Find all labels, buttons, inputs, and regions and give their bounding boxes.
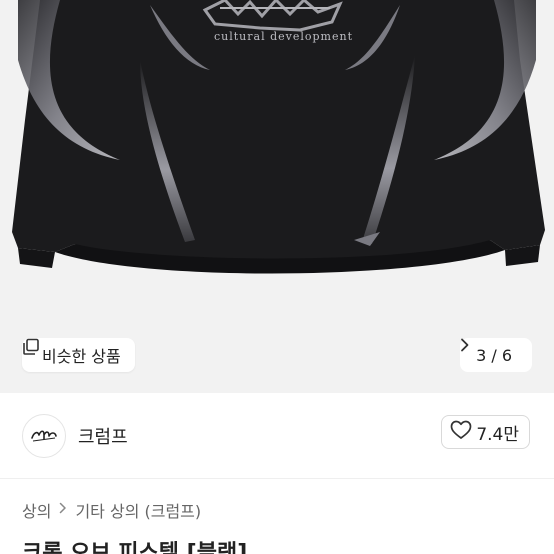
seller-name[interactable]: 크럼프 [78, 423, 128, 449]
page-counter-text: 3 / 6 [476, 345, 512, 365]
crump-logo-icon [31, 429, 57, 441]
jacket-photo [12, 0, 545, 274]
seller-avatar[interactable] [22, 413, 66, 458]
heart-outline-icon [450, 420, 472, 444]
garment-print-text: cultural development [214, 30, 354, 43]
like-button[interactable]: 7.4만 [441, 415, 530, 449]
section-divider [0, 478, 554, 479]
breadcrumb-item-category[interactable]: 기타 상의 (크럼프) [75, 498, 201, 522]
product-title: 크롭 오브 피스텔 [블랙] [22, 541, 248, 554]
similar-products-label: 비슷한 상품 [42, 347, 121, 366]
breadcrumb-item-top[interactable]: 상의 [22, 498, 51, 522]
chevron-right-icon [59, 502, 67, 518]
seller-row[interactable]: 크럼프 7.4만 [0, 393, 554, 478]
breadcrumb: 상의 기타 상의 (크럼프) [22, 498, 201, 522]
like-count: 7.4만 [476, 424, 519, 445]
similar-products-button[interactable]: 비슷한 상품 [22, 338, 135, 372]
product-image-gallery[interactable]: cultural development 비슷한 상품 3 / 6 [0, 0, 554, 393]
image-page-counter[interactable]: 3 / 6 [460, 338, 532, 372]
